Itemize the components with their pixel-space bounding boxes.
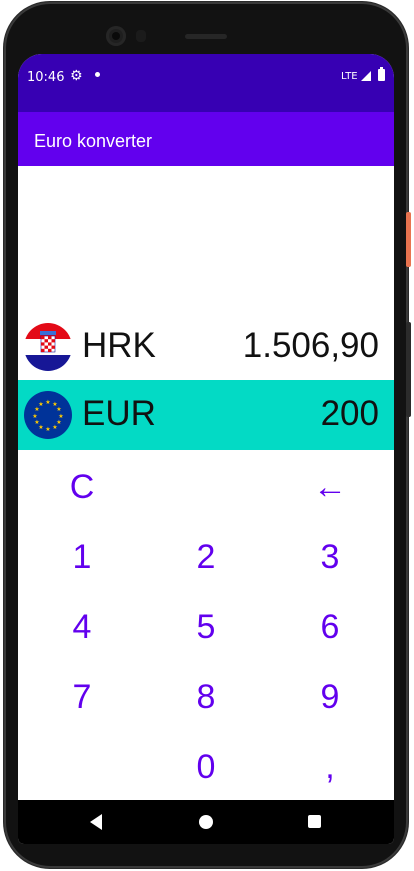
decimal-key[interactable]: , <box>268 732 392 802</box>
keypad: C ← 1 2 3 4 5 6 7 8 9 0 , <box>18 452 394 802</box>
digit-key-6[interactable]: 6 <box>268 592 392 662</box>
screen: 10:46 ⚙ LTE Euro konverter HRK 1.506,90 … <box>18 54 394 844</box>
svg-text:★: ★ <box>38 401 43 408</box>
svg-text:★: ★ <box>32 413 37 420</box>
earpiece-speaker <box>185 34 227 39</box>
app-title: Euro konverter <box>34 131 153 151</box>
status-bar: 10:46 ⚙ LTE <box>18 54 394 112</box>
svg-text:★: ★ <box>56 406 61 413</box>
currency-amount: 200 <box>320 394 379 433</box>
svg-text:★: ★ <box>45 426 50 433</box>
digit-key-2[interactable]: 2 <box>144 522 268 592</box>
currency-code: EUR <box>82 394 156 433</box>
svg-text:★: ★ <box>45 399 50 406</box>
front-camera <box>106 26 126 46</box>
digit-key-8[interactable]: 8 <box>144 662 268 732</box>
recents-icon[interactable] <box>308 815 321 828</box>
back-icon[interactable] <box>90 814 102 830</box>
home-icon[interactable] <box>199 815 213 829</box>
currency-row-hrk[interactable]: HRK 1.506,90 <box>18 312 394 382</box>
digit-key-5[interactable]: 5 <box>144 592 268 662</box>
digit-key-4[interactable]: 4 <box>20 592 144 662</box>
digit-key-9[interactable]: 9 <box>268 662 392 732</box>
battery-icon <box>378 67 385 81</box>
status-time: 10:46 <box>27 70 65 85</box>
backspace-key[interactable]: ← <box>268 452 392 522</box>
svg-text:★: ★ <box>34 419 39 426</box>
proximity-sensor <box>136 30 146 42</box>
digit-key-7[interactable]: 7 <box>20 662 144 732</box>
power-button <box>406 212 411 267</box>
signal-icon <box>361 71 371 81</box>
currency-code: HRK <box>82 326 156 365</box>
digit-key-0[interactable]: 0 <box>144 732 268 802</box>
digit-key-3[interactable]: 3 <box>268 522 392 592</box>
svg-text:★: ★ <box>52 424 57 431</box>
digit-key-1[interactable]: 1 <box>20 522 144 592</box>
network-type: LTE <box>341 71 358 82</box>
app-bar: Euro konverter <box>18 112 394 166</box>
currency-amount: 1.506,90 <box>242 326 379 365</box>
currency-row-eur[interactable]: ★ ★ ★ ★ ★ ★ ★ ★ ★ ★ ★ ★ EUR 200 <box>18 380 394 450</box>
notification-dot-icon <box>95 72 100 77</box>
eu-flag-icon: ★ ★ ★ ★ ★ ★ ★ ★ ★ ★ ★ ★ <box>24 391 72 439</box>
croatia-flag-icon <box>24 323 72 371</box>
navigation-bar <box>18 800 394 844</box>
volume-button <box>406 322 411 417</box>
gear-icon: ⚙ <box>70 68 83 84</box>
clear-key[interactable]: C <box>20 452 144 522</box>
